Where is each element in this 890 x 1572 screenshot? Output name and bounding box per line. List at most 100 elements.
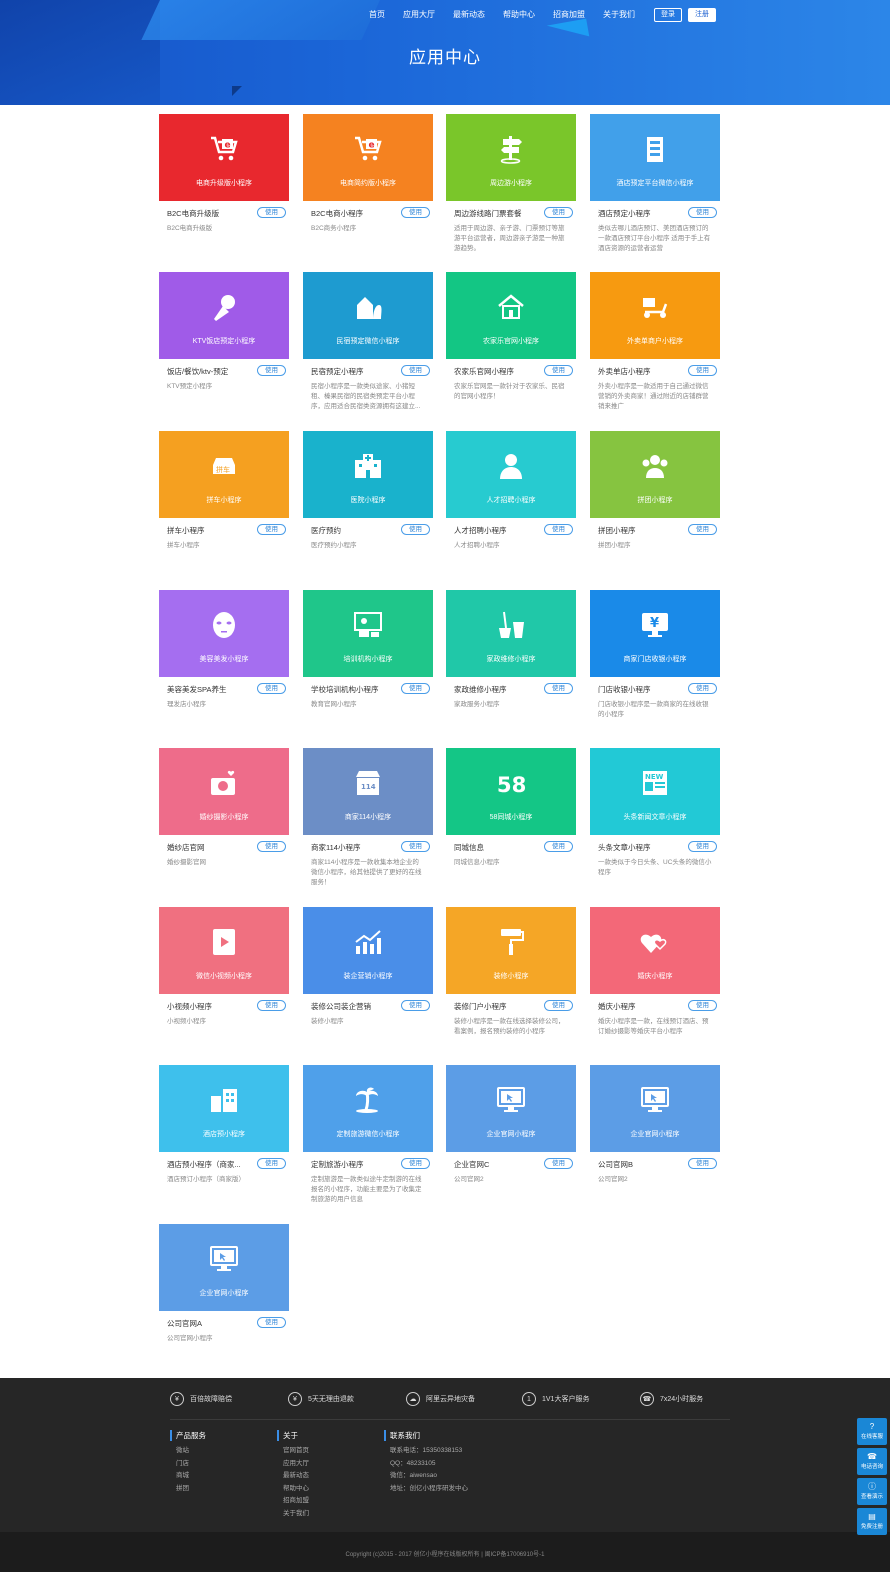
app-card[interactable]: 装修小程序 装修门户小程序 使用 装修小程序是一款在线选择装修公司，看案例，报名预约装… xyxy=(446,907,576,1037)
app-card[interactable]: 定制旅游微信小程序 定制旅游小程序 使用 定制旅游是一款类似途牛定制游的在线报名的小程… xyxy=(303,1065,433,1205)
use-button[interactable]: 使用 xyxy=(401,683,430,694)
phone-consult-button[interactable]: ☎ 电话咨询 xyxy=(857,1448,887,1475)
app-tile[interactable]: 装企营销小程序 xyxy=(303,907,433,994)
app-tile[interactable]: 医院小程序 xyxy=(303,431,433,518)
use-button[interactable]: 使用 xyxy=(257,207,286,218)
nav-franchise[interactable]: 招商加盟 xyxy=(544,9,594,21)
app-tile[interactable]: 58 58同城小程序 xyxy=(446,748,576,835)
app-tile[interactable]: 民宿预定微信小程序 xyxy=(303,272,433,359)
app-card[interactable]: 企业官网小程序 公司官网B 使用 公司官网2 xyxy=(590,1065,720,1185)
use-button[interactable]: 使用 xyxy=(688,1000,717,1011)
app-tile[interactable]: 企业官网小程序 xyxy=(159,1224,289,1311)
nav-help[interactable]: 帮助中心 xyxy=(494,9,544,21)
use-button[interactable]: 使用 xyxy=(257,841,286,852)
use-button[interactable]: 使用 xyxy=(257,1317,286,1328)
login-button[interactable]: 登录 xyxy=(654,8,682,22)
use-button[interactable]: 使用 xyxy=(688,841,717,852)
app-tile[interactable]: 外卖单商户小程序 xyxy=(590,272,720,359)
app-card[interactable]: e 电商简约版小程序 B2C电商小程序 使用 B2C商务小程序 xyxy=(303,114,433,234)
app-tile[interactable]: e 电商升级版小程序 xyxy=(159,114,289,201)
use-button[interactable]: 使用 xyxy=(544,524,573,535)
app-card[interactable]: KTV饭店预定小程序 饭店/餐饮/ktv-预定 使用 KTV预定小程序 xyxy=(159,272,289,392)
app-card[interactable]: 企业官网小程序 公司官网A 使用 公司官网小程序 xyxy=(159,1224,289,1344)
footer-link[interactable]: 帮助中心 xyxy=(277,1483,309,1496)
use-button[interactable]: 使用 xyxy=(401,365,430,376)
app-card[interactable]: e 电商升级版小程序 B2C电商升级版 使用 B2C电商升级版 xyxy=(159,114,289,234)
use-button[interactable]: 使用 xyxy=(401,841,430,852)
app-card[interactable]: 民宿预定微信小程序 民宿预定小程序 使用 民宿小程序是一款类似途家、小猪短租、榛果民宿… xyxy=(303,272,433,412)
use-button[interactable]: 使用 xyxy=(257,1158,286,1169)
use-button[interactable]: 使用 xyxy=(544,841,573,852)
app-tile[interactable]: 酒店预定平台微信小程序 xyxy=(590,114,720,201)
app-tile[interactable]: 婚纱摄影小程序 xyxy=(159,748,289,835)
app-tile[interactable]: NEW 头条新闻文章小程序 xyxy=(590,748,720,835)
app-card[interactable]: 美容美发小程序 美容美发SPA养生 使用 理发店小程序 xyxy=(159,590,289,710)
app-tile[interactable]: 周边游小程序 xyxy=(446,114,576,201)
app-card[interactable]: 培训机构小程序 学校培训机构小程序 使用 教育官网小程序 xyxy=(303,590,433,710)
app-card[interactable]: 家政维修小程序 家政维修小程序 使用 家政服务小程序 xyxy=(446,590,576,710)
use-button[interactable]: 使用 xyxy=(257,683,286,694)
app-tile[interactable]: KTV饭店预定小程序 xyxy=(159,272,289,359)
nav-app-hall[interactable]: 应用大厅 xyxy=(394,9,444,21)
view-demo-button[interactable]: ⓘ 查看演示 xyxy=(857,1478,887,1505)
use-button[interactable]: 使用 xyxy=(544,207,573,218)
use-button[interactable]: 使用 xyxy=(544,1158,573,1169)
app-card[interactable]: 企业官网小程序 企业官网C 使用 公司官网2 xyxy=(446,1065,576,1185)
use-button[interactable]: 使用 xyxy=(544,683,573,694)
app-card[interactable]: 人才招聘小程序 人才招聘小程序 使用 人才招聘小程序 xyxy=(446,431,576,551)
footer-link[interactable]: 关于我们 xyxy=(277,1508,309,1521)
use-button[interactable]: 使用 xyxy=(688,524,717,535)
app-tile[interactable]: 人才招聘小程序 xyxy=(446,431,576,518)
use-button[interactable]: 使用 xyxy=(257,1000,286,1011)
use-button[interactable]: 使用 xyxy=(688,207,717,218)
footer-link[interactable]: 门店 xyxy=(170,1458,206,1471)
app-tile[interactable]: 美容美发小程序 xyxy=(159,590,289,677)
nav-home[interactable]: 首页 xyxy=(360,9,394,21)
footer-link[interactable]: 招商加盟 xyxy=(277,1495,309,1508)
use-button[interactable]: 使用 xyxy=(401,524,430,535)
app-card[interactable]: 装企营销小程序 装修公司装企营销 使用 装修小程序 xyxy=(303,907,433,1027)
app-tile[interactable]: 婚庆小程序 xyxy=(590,907,720,994)
app-card[interactable]: 周边游小程序 周边游线路门票套餐 使用 适用于周边游、亲子游、门票预订等旅游平台运营者… xyxy=(446,114,576,254)
footer-link[interactable]: 应用大厅 xyxy=(277,1458,309,1471)
app-card[interactable]: 微信小视频小程序 小视频小程序 使用 小视频小程序 xyxy=(159,907,289,1027)
app-card[interactable]: 58 58同城小程序 同城信息 使用 同城信息小程序 xyxy=(446,748,576,868)
use-button[interactable]: 使用 xyxy=(257,524,286,535)
app-card[interactable]: 拼车 拼车小程序 拼车小程序 使用 拼车小程序 xyxy=(159,431,289,551)
register-button[interactable]: 注册 xyxy=(688,8,716,22)
app-tile[interactable]: 拼车 拼车小程序 xyxy=(159,431,289,518)
app-tile[interactable]: 农家乐官网小程序 xyxy=(446,272,576,359)
footer-link[interactable]: 商城 xyxy=(170,1470,206,1483)
app-card[interactable]: NEW 头条新闻文章小程序 头条文章小程序 使用 一款类似于今日头条、UC头条的微信小程… xyxy=(590,748,720,878)
app-tile[interactable]: 企业官网小程序 xyxy=(590,1065,720,1152)
app-tile[interactable]: 微信小视频小程序 xyxy=(159,907,289,994)
app-tile[interactable]: 装修小程序 xyxy=(446,907,576,994)
footer-link[interactable]: 最新动态 xyxy=(277,1470,309,1483)
app-card[interactable]: 婚纱摄影小程序 婚纱店官网 使用 婚纱摄影官网 xyxy=(159,748,289,868)
app-tile[interactable]: 拼团小程序 xyxy=(590,431,720,518)
use-button[interactable]: 使用 xyxy=(401,207,430,218)
nav-about[interactable]: 关于我们 xyxy=(594,9,644,21)
app-card[interactable]: 酒店预定平台微信小程序 酒店预定小程序 使用 类似去哪儿酒店预订、美团酒店预订的一款酒… xyxy=(590,114,720,254)
use-button[interactable]: 使用 xyxy=(401,1000,430,1011)
nav-news[interactable]: 最新动态 xyxy=(444,9,494,21)
app-tile[interactable]: 企业官网小程序 xyxy=(446,1065,576,1152)
app-tile[interactable]: e 电商简约版小程序 xyxy=(303,114,433,201)
use-button[interactable]: 使用 xyxy=(544,1000,573,1011)
app-tile[interactable]: ¥ 商家门店收银小程序 xyxy=(590,590,720,677)
app-card[interactable]: 外卖单商户小程序 外卖单店小程序 使用 外卖小程序是一款适用于自己通过微信营销的外卖商… xyxy=(590,272,720,412)
footer-link[interactable]: 官网首页 xyxy=(277,1445,309,1458)
app-tile[interactable]: 家政维修小程序 xyxy=(446,590,576,677)
use-button[interactable]: 使用 xyxy=(544,365,573,376)
app-card[interactable]: 拼团小程序 拼团小程序 使用 拼团小程序 xyxy=(590,431,720,551)
app-card[interactable]: 婚庆小程序 婚庆小程序 使用 婚庆小程序是一款，在线预订酒店、预订婚纱摄影等婚庆平台小… xyxy=(590,907,720,1037)
use-button[interactable]: 使用 xyxy=(401,1158,430,1169)
footer-link[interactable]: 拼团 xyxy=(170,1483,206,1496)
app-tile[interactable]: 培训机构小程序 xyxy=(303,590,433,677)
footer-link[interactable]: 微站 xyxy=(170,1445,206,1458)
online-service-button[interactable]: ? 在线客服 xyxy=(857,1418,887,1445)
app-tile[interactable]: 114 商家114小程序 xyxy=(303,748,433,835)
app-tile[interactable]: 酒店预小程序 xyxy=(159,1065,289,1152)
use-button[interactable]: 使用 xyxy=(688,1158,717,1169)
app-card[interactable]: 114 商家114小程序 商家114小程序 使用 商家114小程序是一款收集本地企业的微… xyxy=(303,748,433,888)
